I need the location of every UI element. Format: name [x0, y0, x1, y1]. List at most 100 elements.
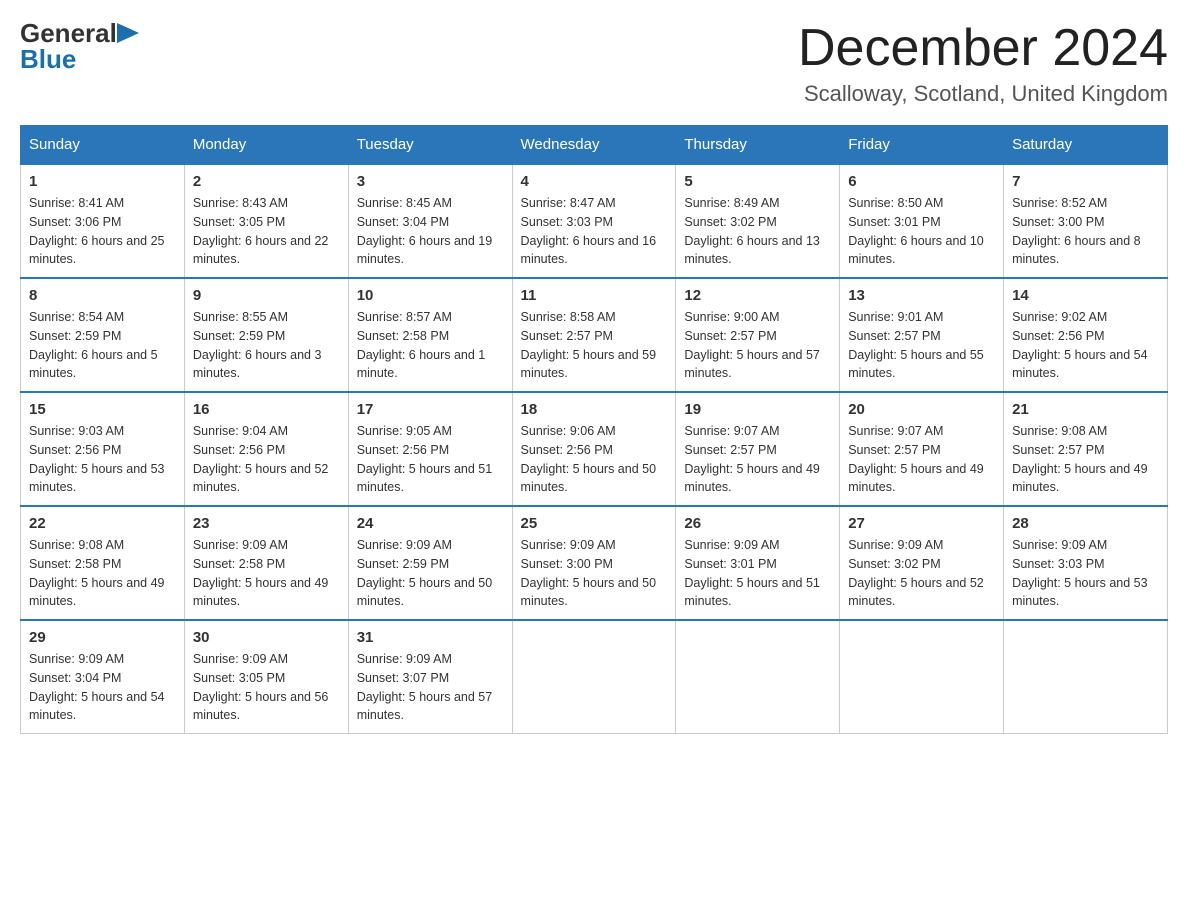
day-info: Sunrise: 8:49 AMSunset: 3:02 PMDaylight:…	[684, 196, 820, 266]
day-number: 5	[684, 173, 831, 190]
day-info: Sunrise: 9:09 AMSunset: 3:03 PMDaylight:…	[1012, 538, 1148, 608]
calendar-cell: 8 Sunrise: 8:54 AMSunset: 2:59 PMDayligh…	[21, 278, 185, 392]
calendar-cell: 28 Sunrise: 9:09 AMSunset: 3:03 PMDaylig…	[1004, 506, 1168, 620]
calendar-cell: 21 Sunrise: 9:08 AMSunset: 2:57 PMDaylig…	[1004, 392, 1168, 506]
calendar-cell: 10 Sunrise: 8:57 AMSunset: 2:58 PMDaylig…	[348, 278, 512, 392]
calendar-cell: 20 Sunrise: 9:07 AMSunset: 2:57 PMDaylig…	[840, 392, 1004, 506]
day-number: 11	[521, 287, 668, 304]
day-info: Sunrise: 9:01 AMSunset: 2:57 PMDaylight:…	[848, 310, 984, 380]
calendar-cell: 16 Sunrise: 9:04 AMSunset: 2:56 PMDaylig…	[184, 392, 348, 506]
calendar-cell: 24 Sunrise: 9:09 AMSunset: 2:59 PMDaylig…	[348, 506, 512, 620]
day-info: Sunrise: 9:03 AMSunset: 2:56 PMDaylight:…	[29, 424, 165, 494]
day-info: Sunrise: 9:05 AMSunset: 2:56 PMDaylight:…	[357, 424, 493, 494]
page-header: General Blue December 2024 Scalloway, Sc…	[20, 20, 1168, 107]
day-info: Sunrise: 9:09 AMSunset: 3:04 PMDaylight:…	[29, 652, 165, 722]
day-info: Sunrise: 9:09 AMSunset: 3:02 PMDaylight:…	[848, 538, 984, 608]
day-number: 18	[521, 401, 668, 418]
day-info: Sunrise: 9:09 AMSunset: 3:01 PMDaylight:…	[684, 538, 820, 608]
calendar-week-row: 22 Sunrise: 9:08 AMSunset: 2:58 PMDaylig…	[21, 506, 1168, 620]
calendar-cell: 3 Sunrise: 8:45 AMSunset: 3:04 PMDayligh…	[348, 164, 512, 278]
calendar-cell: 17 Sunrise: 9:05 AMSunset: 2:56 PMDaylig…	[348, 392, 512, 506]
day-info: Sunrise: 9:09 AMSunset: 2:59 PMDaylight:…	[357, 538, 493, 608]
calendar-cell: 5 Sunrise: 8:49 AMSunset: 3:02 PMDayligh…	[676, 164, 840, 278]
calendar-cell: 30 Sunrise: 9:09 AMSunset: 3:05 PMDaylig…	[184, 620, 348, 734]
day-info: Sunrise: 8:50 AMSunset: 3:01 PMDaylight:…	[848, 196, 984, 266]
day-number: 25	[521, 515, 668, 532]
day-info: Sunrise: 8:45 AMSunset: 3:04 PMDaylight:…	[357, 196, 493, 266]
calendar-cell: 13 Sunrise: 9:01 AMSunset: 2:57 PMDaylig…	[840, 278, 1004, 392]
col-header-sunday: Sunday	[21, 126, 185, 165]
logo-flag-icon	[117, 23, 139, 43]
day-number: 9	[193, 287, 340, 304]
calendar-cell	[512, 620, 676, 734]
day-number: 16	[193, 401, 340, 418]
day-info: Sunrise: 9:07 AMSunset: 2:57 PMDaylight:…	[848, 424, 984, 494]
day-info: Sunrise: 8:58 AMSunset: 2:57 PMDaylight:…	[521, 310, 657, 380]
day-info: Sunrise: 8:52 AMSunset: 3:00 PMDaylight:…	[1012, 196, 1141, 266]
calendar-cell: 1 Sunrise: 8:41 AMSunset: 3:06 PMDayligh…	[21, 164, 185, 278]
day-info: Sunrise: 9:08 AMSunset: 2:58 PMDaylight:…	[29, 538, 165, 608]
day-number: 27	[848, 515, 995, 532]
page-title: December 2024	[798, 20, 1168, 77]
day-number: 4	[521, 173, 668, 190]
day-number: 20	[848, 401, 995, 418]
logo-general-text: General	[20, 20, 117, 46]
calendar-cell	[676, 620, 840, 734]
calendar-cell: 19 Sunrise: 9:07 AMSunset: 2:57 PMDaylig…	[676, 392, 840, 506]
calendar-cell: 18 Sunrise: 9:06 AMSunset: 2:56 PMDaylig…	[512, 392, 676, 506]
calendar-week-row: 1 Sunrise: 8:41 AMSunset: 3:06 PMDayligh…	[21, 164, 1168, 278]
day-info: Sunrise: 8:43 AMSunset: 3:05 PMDaylight:…	[193, 196, 329, 266]
col-header-thursday: Thursday	[676, 126, 840, 165]
calendar-cell: 9 Sunrise: 8:55 AMSunset: 2:59 PMDayligh…	[184, 278, 348, 392]
day-number: 13	[848, 287, 995, 304]
calendar-table: SundayMondayTuesdayWednesdayThursdayFrid…	[20, 125, 1168, 734]
col-header-tuesday: Tuesday	[348, 126, 512, 165]
calendar-cell: 6 Sunrise: 8:50 AMSunset: 3:01 PMDayligh…	[840, 164, 1004, 278]
day-number: 30	[193, 629, 340, 646]
col-header-monday: Monday	[184, 126, 348, 165]
calendar-cell: 14 Sunrise: 9:02 AMSunset: 2:56 PMDaylig…	[1004, 278, 1168, 392]
day-info: Sunrise: 8:55 AMSunset: 2:59 PMDaylight:…	[193, 310, 322, 380]
calendar-cell: 26 Sunrise: 9:09 AMSunset: 3:01 PMDaylig…	[676, 506, 840, 620]
day-info: Sunrise: 9:00 AMSunset: 2:57 PMDaylight:…	[684, 310, 820, 380]
logo: General Blue	[20, 20, 139, 72]
day-number: 3	[357, 173, 504, 190]
calendar-cell	[840, 620, 1004, 734]
day-number: 24	[357, 515, 504, 532]
calendar-cell: 11 Sunrise: 8:58 AMSunset: 2:57 PMDaylig…	[512, 278, 676, 392]
col-header-wednesday: Wednesday	[512, 126, 676, 165]
page-subtitle: Scalloway, Scotland, United Kingdom	[798, 81, 1168, 107]
day-number: 22	[29, 515, 176, 532]
calendar-cell: 23 Sunrise: 9:09 AMSunset: 2:58 PMDaylig…	[184, 506, 348, 620]
calendar-header-row: SundayMondayTuesdayWednesdayThursdayFrid…	[21, 126, 1168, 165]
calendar-week-row: 8 Sunrise: 8:54 AMSunset: 2:59 PMDayligh…	[21, 278, 1168, 392]
day-info: Sunrise: 9:08 AMSunset: 2:57 PMDaylight:…	[1012, 424, 1148, 494]
day-number: 2	[193, 173, 340, 190]
day-number: 21	[1012, 401, 1159, 418]
day-number: 17	[357, 401, 504, 418]
day-info: Sunrise: 8:41 AMSunset: 3:06 PMDaylight:…	[29, 196, 165, 266]
day-info: Sunrise: 9:09 AMSunset: 2:58 PMDaylight:…	[193, 538, 329, 608]
day-info: Sunrise: 9:09 AMSunset: 3:00 PMDaylight:…	[521, 538, 657, 608]
day-number: 10	[357, 287, 504, 304]
calendar-cell: 4 Sunrise: 8:47 AMSunset: 3:03 PMDayligh…	[512, 164, 676, 278]
day-number: 15	[29, 401, 176, 418]
calendar-cell: 22 Sunrise: 9:08 AMSunset: 2:58 PMDaylig…	[21, 506, 185, 620]
day-number: 12	[684, 287, 831, 304]
logo-blue-text: Blue	[20, 46, 76, 72]
day-number: 31	[357, 629, 504, 646]
day-number: 23	[193, 515, 340, 532]
day-number: 28	[1012, 515, 1159, 532]
day-info: Sunrise: 8:54 AMSunset: 2:59 PMDaylight:…	[29, 310, 158, 380]
day-number: 7	[1012, 173, 1159, 190]
day-number: 29	[29, 629, 176, 646]
calendar-cell: 7 Sunrise: 8:52 AMSunset: 3:00 PMDayligh…	[1004, 164, 1168, 278]
title-area: December 2024 Scalloway, Scotland, Unite…	[798, 20, 1168, 107]
calendar-cell: 27 Sunrise: 9:09 AMSunset: 3:02 PMDaylig…	[840, 506, 1004, 620]
col-header-friday: Friday	[840, 126, 1004, 165]
day-info: Sunrise: 9:09 AMSunset: 3:05 PMDaylight:…	[193, 652, 329, 722]
col-header-saturday: Saturday	[1004, 126, 1168, 165]
day-number: 8	[29, 287, 176, 304]
calendar-cell: 29 Sunrise: 9:09 AMSunset: 3:04 PMDaylig…	[21, 620, 185, 734]
day-number: 1	[29, 173, 176, 190]
